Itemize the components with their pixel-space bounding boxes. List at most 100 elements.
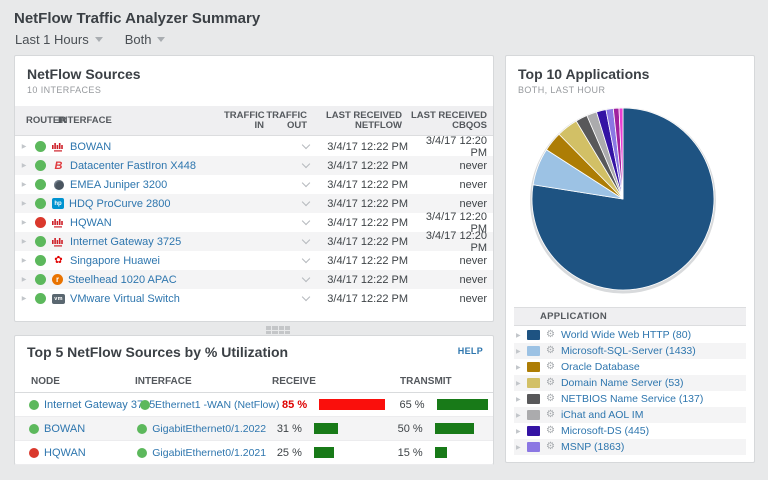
gear-icon[interactable]: ⚙ <box>546 394 555 404</box>
application-name-link[interactable]: Domain Name Server (53) <box>561 377 684 389</box>
application-name-link[interactable]: Microsoft-SQL-Server (1433) <box>561 345 696 357</box>
router-name-link[interactable]: Internet Gateway 3725 <box>70 236 230 248</box>
last-received-netflow: 3/4/17 12:22 PM <box>313 179 408 191</box>
router-name-link[interactable]: Datacenter FastIron X448 <box>70 160 230 172</box>
router-name-link[interactable]: BOWAN <box>70 141 230 153</box>
top5-utilization-panel: Top 5 NetFlow Sources by % Utilization H… <box>14 335 494 465</box>
expand-caret-icon[interactable]: ▶ <box>516 364 524 371</box>
col-receive: RECEIVE <box>272 376 400 387</box>
legend-color-swatch <box>527 362 540 372</box>
top5-table-body: Internet Gateway 3725 Ethernet1 -WAN (Net… <box>15 393 493 465</box>
chevron-down-icon[interactable] <box>302 179 310 187</box>
chevron-down-icon[interactable] <box>302 293 310 301</box>
last-received-cbqos: 3/4/17 12:20 PM <box>408 135 493 159</box>
time-range-label: Last 1 Hours <box>15 32 89 47</box>
gear-icon[interactable]: ⚙ <box>546 410 555 420</box>
expand-caret-icon[interactable]: ▶ <box>516 348 524 355</box>
interface-name-link[interactable]: Ethernet1 -WAN (NetFlow) <box>155 399 277 411</box>
node-name-link[interactable]: HQWAN <box>44 447 137 459</box>
expand-caret-icon[interactable]: ▶ <box>19 181 29 188</box>
node-name-link[interactable]: Internet Gateway 3725 <box>44 399 140 411</box>
interface-name-link[interactable]: GigabitEthernet0/1.2022 <box>152 423 271 435</box>
top-applications-panel: Top 10 Applications BOTH, LAST HOUR APPL… <box>505 55 755 463</box>
receive-bar <box>319 399 396 410</box>
chevron-down-icon <box>157 37 165 42</box>
last-received-cbqos: never <box>408 160 493 172</box>
gear-icon[interactable]: ⚙ <box>546 442 555 452</box>
list-item: ▶ ⚙ Domain Name Server (53) <box>514 375 746 391</box>
gear-icon[interactable]: ⚙ <box>546 346 555 356</box>
time-range-dropdown[interactable]: Last 1 Hours <box>15 32 103 47</box>
gear-icon[interactable]: ⚙ <box>546 426 555 436</box>
expand-caret-icon[interactable]: ▶ <box>516 428 524 435</box>
node-name-link[interactable]: BOWAN <box>44 423 137 435</box>
cisco-logo-icon <box>52 217 65 229</box>
application-name-link[interactable]: NETBIOS Name Service (137) <box>561 393 703 405</box>
chevron-down-icon[interactable] <box>302 198 310 206</box>
traffic-out-cell <box>270 221 313 224</box>
chevron-down-icon[interactable] <box>302 274 310 282</box>
application-name-link[interactable]: Oracle Database <box>561 361 640 373</box>
expand-caret-icon[interactable]: ▶ <box>19 276 29 283</box>
receive-bar <box>314 447 394 458</box>
hp-logo-icon: hp <box>52 198 64 209</box>
router-name-link[interactable]: HQWAN <box>70 217 230 229</box>
router-name-link[interactable]: Steelhead 1020 APAC <box>68 274 230 286</box>
legend-header: APPLICATION <box>514 307 746 326</box>
expand-caret-icon[interactable]: ▶ <box>516 444 524 451</box>
application-name-link[interactable]: iChat and AOL IM <box>561 409 644 421</box>
interface-name-link[interactable]: GigabitEthernet0/1.2021 <box>152 447 271 459</box>
router-name-link[interactable]: VMware Virtual Switch <box>70 293 230 305</box>
expand-caret-icon[interactable]: ▶ <box>516 412 524 419</box>
list-item: ▶ ⚙ Oracle Database <box>514 359 746 375</box>
expand-caret-icon[interactable]: ▶ <box>516 332 524 339</box>
receive-percent: 31 % <box>271 423 302 435</box>
help-link[interactable]: HELP <box>458 346 483 356</box>
table-row: ▶BDatacenter FastIron X4483/4/17 12:22 P… <box>15 156 493 175</box>
traffic-out-cell <box>270 183 313 186</box>
status-dot-up <box>140 400 150 410</box>
expand-caret-icon[interactable]: ▶ <box>19 295 29 302</box>
router-name-link[interactable]: HDQ ProCurve 2800 <box>69 198 230 210</box>
expand-caret-icon[interactable]: ▶ <box>19 162 29 169</box>
application-name-link[interactable]: Microsoft-DS (445) <box>561 425 649 437</box>
chevron-down-icon[interactable] <box>302 141 310 149</box>
expand-caret-icon[interactable]: ▶ <box>516 396 524 403</box>
huawei-logo-icon: ✿ <box>52 255 65 267</box>
resource-drag-handle[interactable] <box>266 326 290 334</box>
status-dot-up <box>35 160 46 171</box>
transmit-percent: 50 % <box>394 423 423 435</box>
applications-pie-chart[interactable] <box>528 104 718 294</box>
status-dot-up <box>29 400 39 410</box>
legend-color-swatch <box>527 346 540 356</box>
receive-percent: 25 % <box>271 447 302 459</box>
status-dot-up <box>35 179 46 190</box>
application-name-link[interactable]: World Wide Web HTTP (80) <box>561 329 691 341</box>
gear-icon[interactable]: ⚙ <box>546 362 555 372</box>
application-name-link[interactable]: MSNP (1863) <box>561 441 624 453</box>
expand-caret-icon[interactable]: ▶ <box>19 238 29 245</box>
chevron-down-icon[interactable] <box>302 236 310 244</box>
traffic-out-cell <box>270 164 313 167</box>
chevron-down-icon[interactable] <box>302 217 310 225</box>
last-received-netflow: 3/4/17 12:22 PM <box>313 274 408 286</box>
page-title: NetFlow Traffic Analyzer Summary <box>14 10 260 27</box>
filter-bar: Last 1 Hours Both <box>15 32 165 47</box>
list-item: ▶ ⚙ iChat and AOL IM <box>514 407 746 423</box>
status-dot-up <box>35 236 46 247</box>
gear-icon[interactable]: ⚙ <box>546 378 555 388</box>
chevron-down-icon[interactable] <box>302 160 310 168</box>
expand-caret-icon[interactable]: ▶ <box>516 380 524 387</box>
gear-icon[interactable]: ⚙ <box>546 330 555 340</box>
chevron-down-icon[interactable] <box>302 255 310 263</box>
router-name-link[interactable]: EMEA Juniper 3200 <box>70 179 230 191</box>
expand-caret-icon[interactable]: ▶ <box>19 257 29 264</box>
last-received-netflow: 3/4/17 12:22 PM <box>313 217 408 229</box>
traffic-out-cell <box>270 259 313 262</box>
expand-caret-icon[interactable]: ▶ <box>19 219 29 226</box>
direction-dropdown[interactable]: Both <box>125 32 166 47</box>
router-name-link[interactable]: Singapore Huawei <box>70 255 230 267</box>
expand-caret-icon[interactable]: ▶ <box>19 143 29 150</box>
expand-caret-icon[interactable]: ▶ <box>19 200 29 207</box>
sources-table-body: ▶ BOWAN 3/4/17 12:22 PM 3/4/17 12:20 PM▶BDa… <box>15 137 493 308</box>
